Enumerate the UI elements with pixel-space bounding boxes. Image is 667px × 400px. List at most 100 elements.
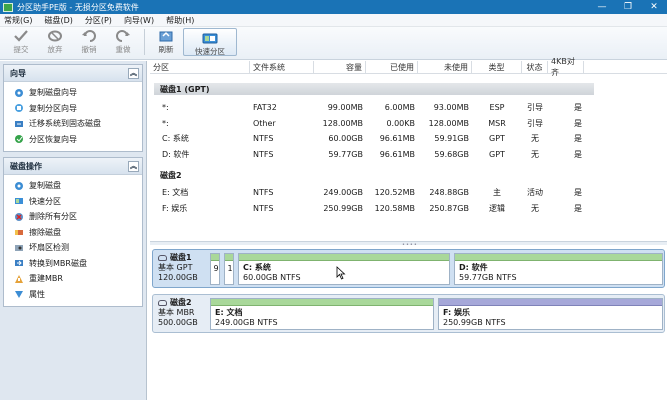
partition-c-name: C: 系统 bbox=[243, 263, 271, 272]
col-used[interactable]: 已使用 bbox=[366, 60, 418, 74]
col-partition[interactable]: 分区 bbox=[150, 60, 250, 74]
sidebar-item-delete-all-partitions[interactable]: 删除所有分区 bbox=[4, 209, 142, 225]
table-row[interactable]: E: 文档 NTFS 249.00GB 120.52MB 248.88GB 主 活动 是 bbox=[150, 185, 667, 201]
sidebar-item-copy-partition-wizard[interactable]: 复制分区向导 bbox=[4, 101, 142, 117]
cell-cap: 249.00GB bbox=[323, 188, 363, 198]
cell-free: 128.00MB bbox=[428, 118, 469, 128]
cell-part: *: bbox=[162, 118, 169, 128]
cell-used: 96.61MB bbox=[379, 134, 415, 144]
partition-e-name: E: 文档 bbox=[215, 308, 243, 317]
window-controls: — ❐ ✕ bbox=[589, 0, 667, 14]
menu-disk[interactable]: 磁盘(D) bbox=[44, 15, 72, 26]
cell-type: GPT bbox=[489, 134, 505, 144]
table-row[interactable]: *: Other 128.00MB 0.00KB 128.00MB MSR 引导 是 bbox=[150, 116, 667, 132]
cell-align: 是 bbox=[574, 134, 582, 144]
col-free[interactable]: 未使用 bbox=[418, 60, 472, 74]
col-type[interactable]: 类型 bbox=[472, 60, 522, 74]
cell-cap: 99.00MB bbox=[327, 103, 363, 113]
disk1-msr-block[interactable]: 1 bbox=[224, 253, 234, 285]
cell-align: 是 bbox=[574, 103, 582, 113]
partition-d-block[interactable]: D: 软件 59.77GB NTFS bbox=[454, 253, 663, 285]
col-filesystem[interactable]: 文件系统 bbox=[250, 60, 314, 74]
disk2-kind: 基本 MBR bbox=[158, 308, 195, 317]
cell-used: 0.00KB bbox=[386, 118, 415, 128]
cell-part: *: bbox=[162, 103, 169, 113]
cell-fs: Other bbox=[253, 118, 276, 128]
wizard-section-header[interactable]: 向导 ︽ bbox=[4, 65, 142, 82]
sidebar-item-copy-disk[interactable]: 复制磁盘 bbox=[4, 178, 142, 194]
partition-f-info: 250.99GB NTFS bbox=[443, 317, 506, 327]
collapse-wizard-button[interactable]: ︽ bbox=[128, 67, 139, 79]
disk-ops-section: 磁盘操作 ︽ 复制磁盘 快速分区 删除所有分区 擦除磁盘 坏扇区检测 转换到MB… bbox=[3, 157, 143, 307]
sidebar-item-migrate-ssd[interactable]: 迁移系统到固态磁盘 bbox=[4, 116, 142, 132]
refresh-icon bbox=[158, 29, 174, 43]
sidebar-item-partition-recovery[interactable]: 分区恢复向导 bbox=[4, 132, 142, 148]
disk1-size: 120.00GB bbox=[158, 273, 198, 282]
disk1-group-label[interactable]: 磁盘1 (GPT) bbox=[154, 83, 594, 95]
partition-d-name: D: 软件 bbox=[459, 263, 488, 272]
disk2-card[interactable]: 磁盘2 基本 MBR 500.00GB E: 文档 249.00GB NTFS … bbox=[152, 294, 665, 333]
disk1-card[interactable]: 磁盘1 基本 GPT 120.00GB 9 1 C: 系统 60.00GB NT… bbox=[152, 249, 665, 288]
sidebar-item-properties[interactable]: 属性 bbox=[4, 287, 142, 303]
quick-partition-button[interactable]: 快速分区 bbox=[183, 28, 237, 56]
redo-button[interactable]: 重做 bbox=[106, 27, 140, 57]
disk-ops-section-header[interactable]: 磁盘操作 ︽ bbox=[4, 158, 142, 175]
discard-button[interactable]: 放弃 bbox=[38, 27, 72, 57]
partition-f-block[interactable]: F: 娱乐 250.99GB NTFS bbox=[438, 298, 663, 330]
menu-wizard[interactable]: 向导(W) bbox=[124, 15, 154, 26]
quick-partition-icon bbox=[202, 31, 218, 45]
cell-state: 引导 bbox=[527, 118, 543, 128]
menu-help[interactable]: 帮助(H) bbox=[166, 15, 194, 26]
disk2-info: 磁盘2 基本 MBR 500.00GB bbox=[158, 298, 210, 328]
minimize-button[interactable]: — bbox=[589, 0, 615, 14]
menu-partition[interactable]: 分区(P) bbox=[85, 15, 112, 26]
commit-button[interactable]: 提交 bbox=[4, 27, 38, 57]
delete-icon bbox=[14, 212, 24, 222]
close-button[interactable]: ✕ bbox=[641, 0, 667, 14]
sidebar-item-wipe-disk[interactable]: 擦除磁盘 bbox=[4, 225, 142, 241]
sidebar-item-rebuild-mbr[interactable]: 重建MBR bbox=[4, 271, 142, 287]
cell-used: 96.61MB bbox=[379, 149, 415, 159]
disk-ops-section-title: 磁盘操作 bbox=[10, 161, 42, 171]
col-capacity[interactable]: 容量 bbox=[314, 60, 366, 74]
recover-partition-icon bbox=[14, 134, 24, 144]
sidebar-item-quick-partition[interactable]: 快速分区 bbox=[4, 194, 142, 210]
col-4k-align[interactable]: 4KB对齐 bbox=[548, 57, 584, 77]
cell-free: 59.68GB bbox=[434, 149, 469, 159]
sidebar-item-copy-disk-wizard[interactable]: 复制磁盘向导 bbox=[4, 85, 142, 101]
col-state[interactable]: 状态 bbox=[522, 60, 548, 74]
refresh-button[interactable]: 刷新 bbox=[149, 27, 183, 57]
cell-align: 是 bbox=[574, 203, 582, 213]
title-bar: 分区助手PE版 - 无损分区免费软件 — ❐ ✕ bbox=[0, 0, 667, 14]
disk1-rows: *: FAT32 99.00MB 6.00MB 93.00MB ESP 引导是 *: Other… bbox=[150, 100, 667, 162]
table-row[interactable]: F: 娱乐 NTFS 250.99GB 120.58MB 250.87GB 逻辑 无 是 bbox=[150, 201, 667, 217]
menu-general[interactable]: 常规(G) bbox=[4, 15, 32, 26]
disk1-kind: 基本 GPT bbox=[158, 263, 193, 272]
cell-fs: NTFS bbox=[253, 203, 274, 213]
partition-e-block[interactable]: E: 文档 249.00GB NTFS bbox=[210, 298, 434, 330]
copy-partition-icon bbox=[14, 103, 24, 113]
wizard-section: 向导 ︽ 复制磁盘向导 复制分区向导 迁移系统到固态磁盘 分区恢复向导 bbox=[3, 64, 143, 152]
cell-type: GPT bbox=[489, 149, 505, 159]
table-row[interactable]: C: 系统 NTFS 60.00GB 96.61MB 59.91GB GPT 无 是 bbox=[150, 131, 667, 147]
restore-button[interactable]: ❐ bbox=[615, 0, 641, 14]
wipe-icon bbox=[14, 227, 24, 237]
table-row[interactable]: *: FAT32 99.00MB 6.00MB 93.00MB ESP 引导 是 bbox=[150, 100, 667, 116]
sidebar-item-convert-mbr[interactable]: 转换到MBR磁盘 bbox=[4, 256, 142, 272]
disk1-esp-block[interactable]: 9 bbox=[210, 253, 220, 285]
undo-button[interactable]: 撤销 bbox=[72, 27, 106, 57]
copy-icon bbox=[14, 181, 24, 191]
cell-cap: 128.00MB bbox=[322, 118, 363, 128]
sidebar-item-bad-sector-check[interactable]: 坏扇区检测 bbox=[4, 240, 142, 256]
collapse-disk-ops-button[interactable]: ︽ bbox=[128, 160, 139, 172]
disk2-group-label[interactable]: 磁盘2 bbox=[150, 169, 667, 181]
disk1-info: 磁盘1 基本 GPT 120.00GB bbox=[158, 253, 210, 283]
cell-fs: NTFS bbox=[253, 149, 274, 159]
menu-bar: 常规(G) 磁盘(D) 分区(P) 向导(W) 帮助(H) bbox=[0, 14, 667, 27]
cell-align: 是 bbox=[574, 149, 582, 159]
cell-type: 逻辑 bbox=[489, 203, 505, 213]
cell-part: C: 系统 bbox=[162, 134, 189, 144]
partition-e-info: 249.00GB NTFS bbox=[215, 317, 278, 327]
table-row[interactable]: D: 软件 NTFS 59.77GB 96.61MB 59.68GB GPT 无 是 bbox=[150, 147, 667, 163]
cell-cap: 250.99GB bbox=[323, 203, 363, 213]
